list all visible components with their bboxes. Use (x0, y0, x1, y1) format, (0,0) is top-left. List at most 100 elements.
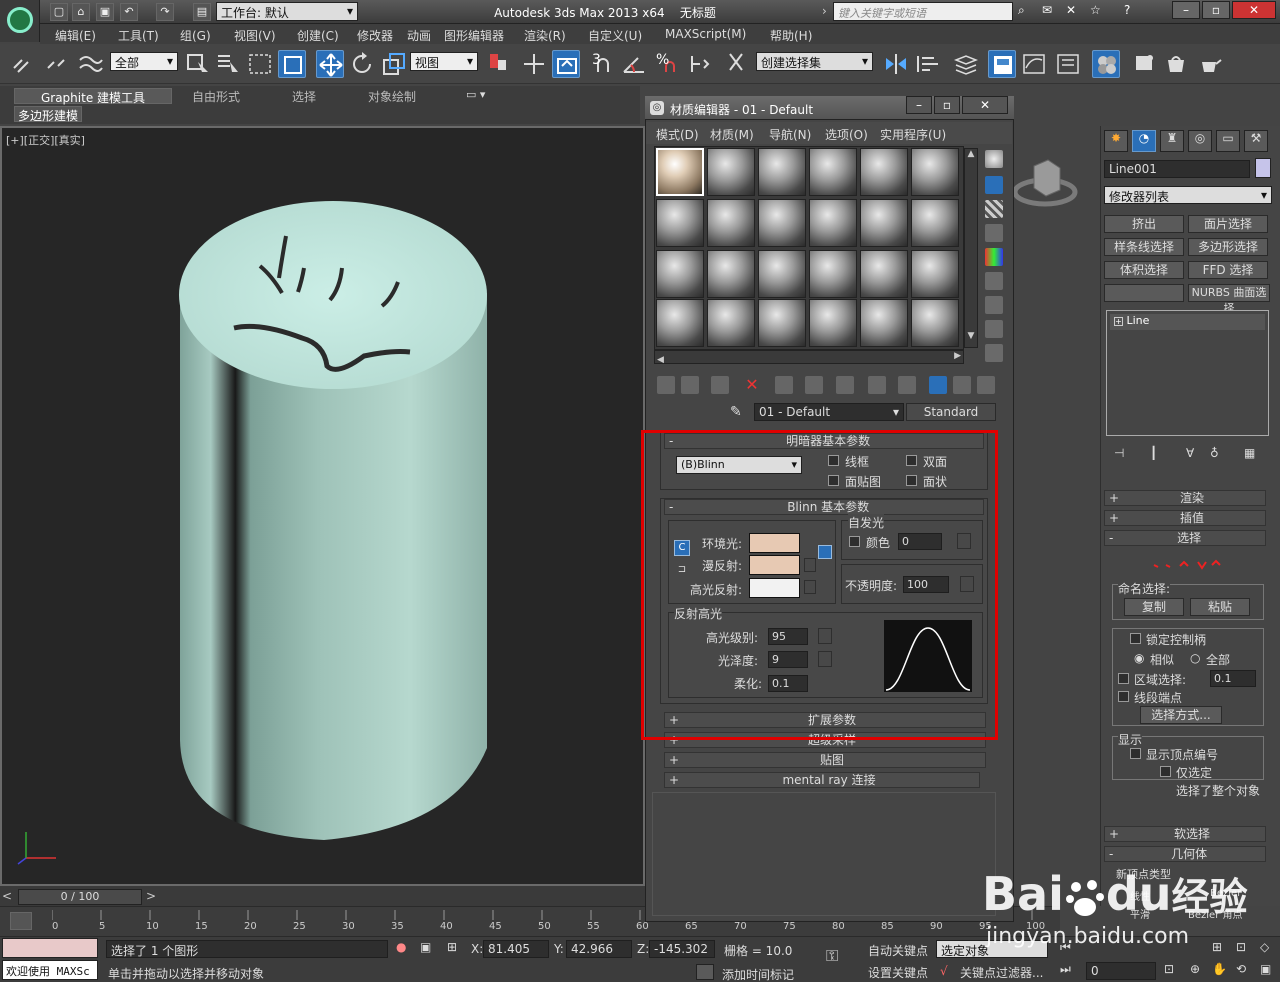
project-folder-icon[interactable]: ▤ (193, 3, 211, 21)
select-by-button[interactable]: 选择方式... (1140, 706, 1222, 724)
sample-uv-tiling-icon[interactable] (985, 224, 1003, 242)
orbit-icon[interactable]: ⟲ (1236, 962, 1246, 976)
reference-coord-select[interactable]: 视图 ▾ (410, 52, 478, 71)
select-scale-icon[interactable] (380, 50, 408, 78)
modifier-spline-select-button[interactable]: 样条线选择 (1104, 238, 1184, 256)
communication-icon[interactable]: ✉ (1042, 3, 1052, 17)
make-unique-material-icon[interactable] (805, 376, 823, 394)
rollout-geometry[interactable]: - 几何体 (1104, 846, 1266, 862)
zoom-icon[interactable]: ⊕ (1190, 962, 1200, 976)
video-color-check-icon[interactable] (985, 248, 1003, 266)
add-time-tag[interactable]: 添加时间标记 (722, 966, 794, 982)
modifier-empty-button[interactable] (1104, 284, 1184, 302)
time-next-icon[interactable]: > (146, 889, 156, 903)
sample-slot[interactable] (758, 299, 806, 347)
manipulate-icon[interactable] (520, 50, 548, 78)
binoculars-icon[interactable]: ⌕ (1018, 3, 1025, 18)
me-menu-navigation[interactable]: 导航(N) (769, 126, 811, 143)
put-to-scene-icon[interactable] (681, 376, 699, 394)
sample-slot[interactable] (656, 199, 704, 247)
keyboard-shortcut-icon[interactable] (552, 50, 580, 78)
lock-selection-icon[interactable]: ▣ (420, 940, 431, 954)
maximize-viewport-icon[interactable]: ▣ (1260, 962, 1271, 976)
select-move-icon[interactable] (316, 50, 344, 78)
fov-icon[interactable]: ◇ (1260, 940, 1269, 954)
spinner-snap-icon[interactable] (686, 50, 714, 78)
me-maximize-button[interactable]: ▫ (934, 96, 960, 114)
maxscript-listener-mini[interactable] (2, 938, 98, 958)
render-production-icon[interactable] (1196, 50, 1224, 78)
link-icon[interactable] (8, 50, 36, 78)
ribbon-tab-graphite[interactable]: Graphite 建模工具 (14, 88, 172, 105)
options-icon[interactable] (985, 296, 1003, 314)
zoom-extents-icon[interactable]: ⊡ (1236, 940, 1246, 954)
undo-icon[interactable]: ↶ (120, 3, 138, 21)
go-to-parent-icon[interactable] (953, 376, 971, 394)
maxscript-output[interactable]: 欢迎使用 MAXSc (2, 960, 98, 980)
scroll-up-icon[interactable]: ▲ (965, 149, 977, 163)
key-filters-icon[interactable]: √ (940, 964, 948, 978)
time-slider-thumb[interactable]: 0 / 100 (18, 889, 142, 905)
mirror-icon[interactable] (882, 50, 910, 78)
save-icon[interactable]: ▣ (96, 3, 114, 21)
me-menu-material[interactable]: 材质(M) (710, 126, 754, 143)
select-rotate-icon[interactable] (348, 50, 376, 78)
lock-icon[interactable] (818, 545, 832, 559)
time-tag-icon[interactable] (696, 964, 714, 980)
sample-type-icon[interactable] (985, 150, 1003, 168)
set-key-button[interactable]: 设置关键点 (868, 964, 928, 981)
edit-named-selection-icon[interactable] (722, 50, 750, 78)
diffuse-map-button[interactable] (804, 558, 816, 572)
layer-manager-icon[interactable] (952, 50, 980, 78)
absolute-mode-icon[interactable]: ⊞ (447, 940, 457, 954)
cylinder-object[interactable] (2, 128, 645, 886)
all-radio[interactable]: ○ (1190, 651, 1200, 665)
make-preview-icon[interactable] (985, 272, 1003, 290)
current-frame-input[interactable]: 0 (1086, 962, 1156, 980)
key-filters-button[interactable]: 关键点过滤器... (960, 964, 1043, 981)
sample-slot[interactable] (809, 148, 857, 196)
segment-end-checkbox[interactable] (1118, 691, 1129, 702)
show-vertex-numbers-checkbox[interactable] (1130, 748, 1141, 759)
auto-key-button[interactable]: 自动关键点 (868, 942, 928, 959)
favorites-icon[interactable]: ☆ (1090, 3, 1101, 17)
sample-slot[interactable] (707, 148, 755, 196)
snap-toggle-icon[interactable]: 3 (588, 50, 616, 78)
select-object-icon[interactable] (184, 50, 212, 78)
show-end-result-icon[interactable]: ┃ (1150, 446, 1157, 460)
pin-stack-icon[interactable]: ⊣ (1114, 446, 1124, 460)
reset-map-icon[interactable]: ✕ (743, 376, 761, 394)
curve-editor-icon[interactable] (1020, 50, 1048, 78)
show-map-in-viewport-icon[interactable] (898, 376, 916, 394)
sample-slot[interactable] (656, 250, 704, 298)
menu-group[interactable]: 组(G) (180, 27, 211, 44)
stack-item-line[interactable]: + Line (1110, 314, 1265, 330)
slots-horizontal-scrollbar[interactable]: ◀ ▶ (654, 350, 964, 365)
ribbon-subtitle[interactable]: 多边形建模 (14, 106, 83, 123)
sample-slot[interactable] (707, 250, 755, 298)
rollout-soft-selection[interactable]: + 软选择 (1104, 826, 1266, 842)
bind-spacewarp-icon[interactable] (76, 50, 104, 78)
sample-slot[interactable] (860, 299, 908, 347)
soften-spinner[interactable]: 0.1 (768, 675, 808, 692)
rollout-extended-params[interactable]: + 扩展参数 (664, 712, 986, 728)
me-menu-utilities[interactable]: 实用程序(U) (880, 126, 946, 143)
sample-slot[interactable] (809, 299, 857, 347)
slots-vertical-scrollbar[interactable]: ▲ ▼ (964, 148, 978, 348)
schematic-view-icon[interactable] (1054, 50, 1082, 78)
area-selection-checkbox[interactable] (1118, 673, 1129, 684)
opacity-spinner[interactable]: 100 (903, 576, 949, 593)
expand-search-icon[interactable]: › (822, 4, 827, 18)
select-by-material-icon[interactable] (985, 320, 1003, 338)
menu-graph-editors[interactable]: 图形编辑器 (444, 27, 504, 44)
key-icon[interactable]: ⚿ (826, 946, 838, 966)
paste-named-button[interactable]: 粘贴 (1190, 598, 1250, 616)
menu-edit[interactable]: 编辑(E) (55, 27, 96, 44)
x-coord-input[interactable]: 81.405 (483, 940, 549, 958)
rollout-supersampling[interactable]: + 超级采样 (664, 732, 986, 748)
self-illum-map-button[interactable] (957, 533, 971, 549)
sample-slot[interactable] (860, 148, 908, 196)
menu-modifiers[interactable]: 修改器 (357, 27, 393, 44)
sample-slot[interactable] (707, 199, 755, 247)
remove-modifier-icon[interactable]: ♁ (1210, 446, 1219, 460)
